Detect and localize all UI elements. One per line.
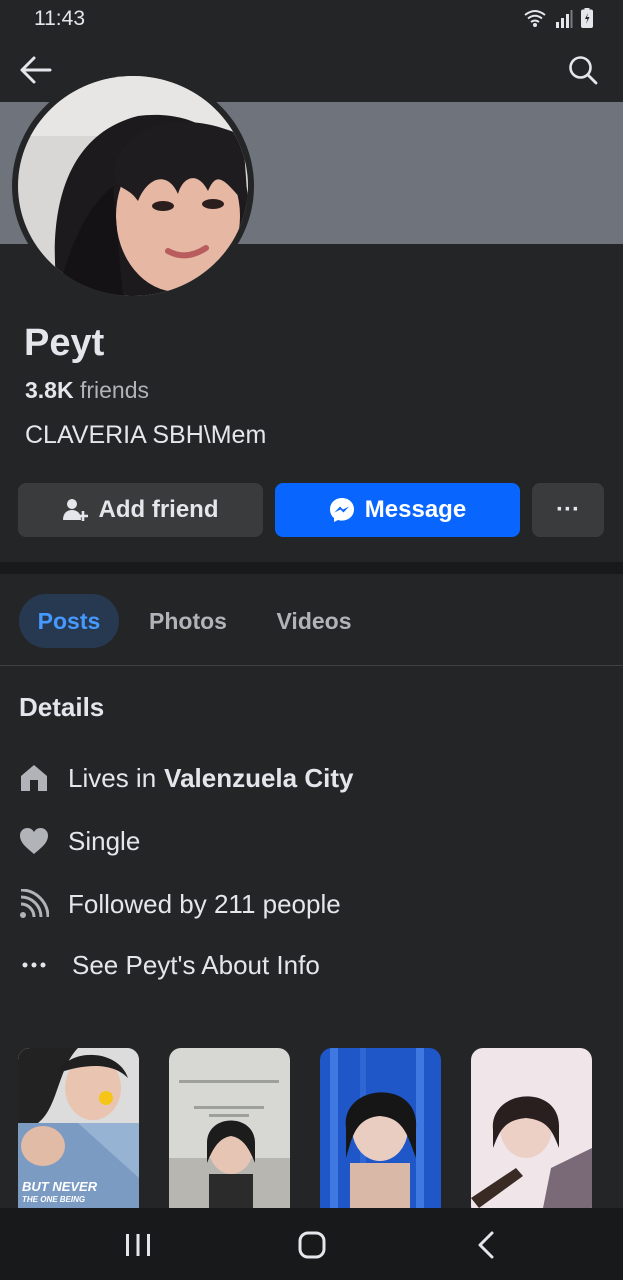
search-button[interactable]: [563, 50, 603, 90]
detail-lives-in[interactable]: Lives in Valenzuela City: [18, 762, 353, 794]
detail-relationship: Single: [18, 825, 140, 857]
more-dots-icon: ···: [556, 496, 580, 523]
featured-photo-1[interactable]: BUT NEVER THE ONE BEING: [18, 1048, 139, 1218]
rss-icon: [18, 888, 50, 920]
status-icons: [523, 8, 593, 28]
detail-about-info[interactable]: See Peyt's About Info: [18, 949, 320, 981]
lives-in-city: Valenzuela City: [164, 762, 354, 793]
photo-1-text-line2: THE ONE BEING: [22, 1195, 85, 1204]
avatar: [18, 76, 248, 296]
tab-videos[interactable]: Videos: [266, 594, 362, 648]
heart-icon: [18, 825, 50, 857]
tab-photos[interactable]: Photos: [140, 594, 236, 648]
about-info-link: See Peyt's About Info: [72, 949, 320, 980]
system-nav-bar: [0, 1208, 623, 1280]
profile-tabs: Posts Photos Videos: [0, 574, 623, 666]
recent-apps-icon[interactable]: [124, 1232, 152, 1258]
friends-number: 3.8K: [25, 377, 74, 403]
tab-posts[interactable]: Posts: [19, 594, 119, 648]
details-heading: Details: [19, 692, 105, 722]
featured-photo-2[interactable]: [169, 1048, 290, 1218]
back-nav-icon[interactable]: [476, 1230, 498, 1260]
status-time: 11:43: [34, 7, 85, 30]
followers-text: Followed by 211 people: [68, 888, 341, 919]
relationship-status: Single: [68, 825, 141, 856]
add-friend-button[interactable]: Add friend: [18, 483, 263, 537]
add-friend-icon: [62, 499, 88, 521]
featured-photo-3[interactable]: [320, 1048, 441, 1218]
featured-photo-4[interactable]: [471, 1048, 592, 1218]
friends-count[interactable]: 3.8K friends: [25, 377, 149, 404]
profile-name: Peyt: [24, 322, 105, 364]
friends-label: friends: [79, 377, 150, 403]
photo-1-text-line1: BUT NEVER: [22, 1179, 98, 1194]
message-label: Message: [364, 496, 467, 523]
home-nav-icon[interactable]: [297, 1230, 327, 1260]
status-bar: 11:43: [0, 0, 623, 38]
add-friend-label: Add friend: [98, 496, 219, 523]
detail-followers[interactable]: Followed by 211 people: [18, 888, 341, 920]
wifi-icon: [524, 10, 546, 27]
messenger-icon: [329, 498, 354, 522]
section-divider: [0, 562, 623, 574]
profile-bio: CLAVERIA SBH\Mem: [25, 421, 267, 449]
signal-icon: [556, 10, 573, 28]
featured-photos: BUT NEVER THE ONE BEING: [0, 1048, 623, 1218]
ellipsis-icon: [18, 949, 50, 981]
lives-in-prefix: Lives in: [68, 762, 157, 793]
home-icon: [18, 762, 50, 794]
search-icon: [569, 56, 598, 85]
back-arrow-icon: [20, 56, 52, 84]
battery-icon: [581, 8, 593, 28]
more-options-button[interactable]: ···: [532, 483, 604, 537]
profile-picture[interactable]: [12, 70, 254, 302]
message-button[interactable]: Message: [275, 483, 520, 537]
back-button[interactable]: [16, 50, 56, 90]
